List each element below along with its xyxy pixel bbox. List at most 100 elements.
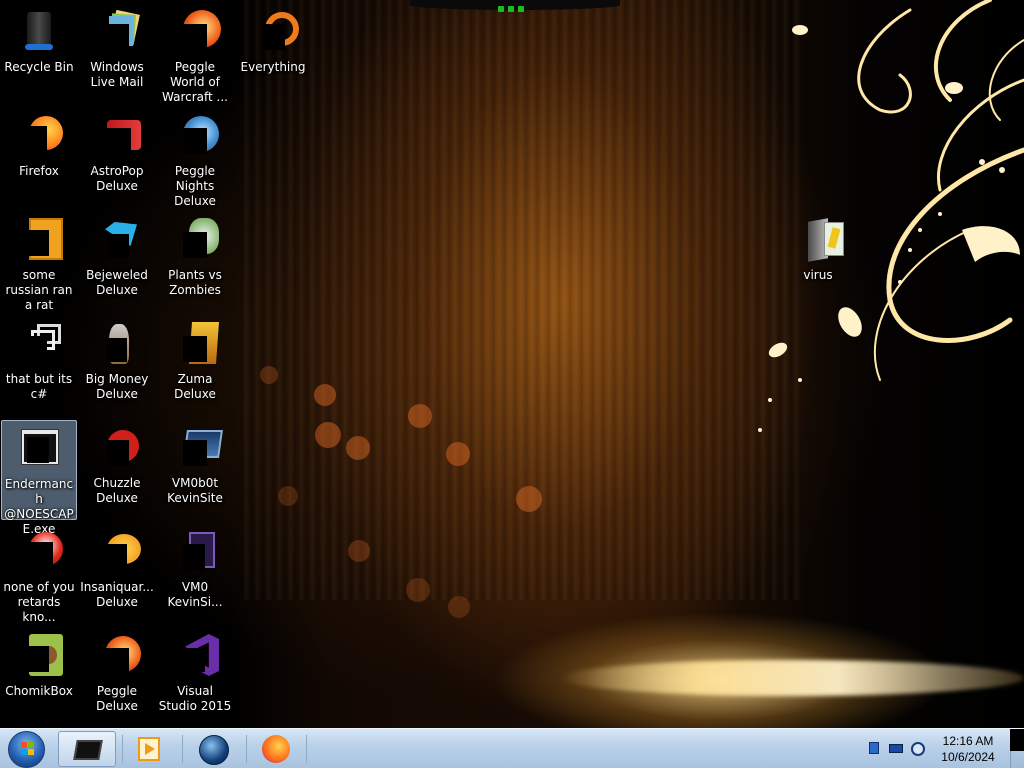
chuzzle-icon — [93, 424, 141, 472]
wallpaper-glow — [560, 660, 1024, 696]
desktop-icon-chuzzle-deluxe[interactable]: Chuzzle Deluxe — [79, 420, 155, 520]
icon-label: Everything — [240, 60, 306, 74]
icon-label: Plants vs Zombies — [168, 268, 222, 297]
desktop-icon-firefox[interactable]: Firefox — [1, 108, 77, 208]
taskbar-clock[interactable]: 12:16 AM 10/6/2024 — [938, 733, 998, 765]
icon-label: AstroPop Deluxe — [90, 164, 144, 193]
green-dot-icon — [518, 6, 524, 12]
icon-label: VM0 KevinSi... — [167, 580, 223, 609]
visual-studio-icon — [171, 632, 219, 680]
taskbar-button-globe-app[interactable] — [184, 731, 242, 767]
firefox-icon — [260, 735, 290, 763]
volume-icon[interactable] — [910, 741, 926, 757]
mail-icon — [93, 8, 141, 56]
green-dot-icon — [498, 6, 504, 12]
desktop[interactable]: Recycle Bin Firefox some russian ran a r… — [0, 0, 1024, 728]
windows-orb-icon — [8, 731, 45, 768]
desktop-icon-some-russian-ran-a-rat[interactable]: some russian ran a rat — [1, 212, 77, 312]
desktop-icon-big-money-deluxe[interactable]: Big Money Deluxe — [79, 316, 155, 416]
icon-label: Peggle World of Warcraft ... — [162, 60, 228, 104]
desktop-icon-vm0-kevinsite[interactable]: VM0 KevinSi... — [157, 524, 233, 624]
shortcut-icon — [15, 216, 63, 264]
desktop-icon-everything[interactable]: Everything — [235, 4, 311, 104]
zuma-icon — [171, 320, 219, 368]
desktop-icon-that-but-its-c[interactable]: that but its c# — [1, 316, 77, 416]
desktop-icon-peggle-nights-deluxe[interactable]: Peggle Nights Deluxe — [157, 108, 233, 208]
recycle-bin-icon — [15, 8, 63, 56]
icon-label: none of you retards kno... — [3, 580, 75, 624]
fish-icon — [93, 528, 141, 576]
document-icon — [171, 528, 219, 576]
desktop-icon-vm0b0t-kevinsite[interactable]: VM0b0t KevinSite — [157, 420, 233, 520]
icon-label: VM0b0t KevinSite — [167, 476, 223, 505]
taskbar-button-command-prompt[interactable] — [58, 731, 116, 767]
desktop-icon-peggle-deluxe[interactable]: Peggle Deluxe — [79, 628, 155, 728]
taskbar-separator — [306, 735, 307, 763]
desktop-icon-astropop-deluxe[interactable]: AstroPop Deluxe — [79, 108, 155, 208]
gem-icon — [93, 216, 141, 264]
taskbar: 12:16 AM 10/6/2024 — [0, 728, 1024, 768]
taskbar-button-media-player[interactable] — [120, 731, 178, 767]
icon-label: Firefox — [19, 164, 59, 178]
icon-label: ChomikBox — [5, 684, 73, 698]
wallpaper-notch — [410, 0, 620, 12]
wallpaper-bokeh — [448, 596, 470, 618]
wallpaper-bokeh — [315, 422, 341, 448]
desktop-icon-virus[interactable]: virus — [780, 212, 856, 312]
command-prompt-icon — [73, 736, 103, 764]
chomikbox-icon — [15, 632, 63, 680]
network-icon[interactable] — [866, 741, 882, 757]
taskbar-button-firefox[interactable] — [246, 731, 304, 767]
globe-icon — [198, 735, 229, 765]
wallpaper-bokeh — [446, 442, 470, 466]
desktop-icon-endermanch-noescape[interactable]: Endermanch @NOESCAPE.exe — [1, 420, 77, 536]
desktop-icon-peggle-world-of-warcraft[interactable]: Peggle World of Warcraft ... — [157, 4, 233, 104]
windows-stack-icon — [15, 320, 63, 368]
peggle-icon — [93, 632, 141, 680]
icon-label: Peggle Deluxe — [96, 684, 138, 713]
clock-time: 12:16 AM — [942, 734, 994, 748]
application-window-icon — [15, 425, 63, 473]
wallpaper-bokeh — [278, 486, 298, 506]
icon-label: Chuzzle Deluxe — [93, 476, 141, 505]
desktop-icon-none-of-you[interactable]: none of you retards kno... — [1, 524, 77, 624]
desktop-icon-windows-live-mail[interactable]: Windows Live Mail — [79, 4, 155, 104]
media-player-icon — [134, 735, 164, 763]
icon-label: Big Money Deluxe — [85, 372, 149, 401]
icon-label: Recycle Bin — [4, 60, 74, 74]
icon-label: Bejeweled Deluxe — [86, 268, 148, 297]
plant-icon — [171, 216, 219, 264]
icon-label: Zuma Deluxe — [174, 372, 216, 401]
wallpaper-bokeh — [516, 486, 542, 512]
folder-icon — [794, 216, 844, 264]
wallpaper-bokeh — [408, 404, 432, 428]
desktop-icon-bejeweled-deluxe[interactable]: Bejeweled Deluxe — [79, 212, 155, 312]
icon-label: Peggle Nights Deluxe — [174, 164, 216, 208]
big-money-icon — [93, 320, 141, 368]
wallpaper-bokeh — [406, 578, 430, 602]
clock-date: 10/6/2024 — [941, 750, 995, 764]
wallpaper-bokeh — [346, 436, 370, 460]
icon-label: Visual Studio 2015 — [158, 684, 232, 713]
redaction-block — [1010, 729, 1024, 751]
icon-label: virus — [803, 268, 833, 282]
windows-logo-icon — [21, 742, 34, 755]
desktop-icon-chomikbox[interactable]: ChomikBox — [1, 628, 77, 728]
icon-label: Windows Live Mail — [90, 60, 144, 89]
desktop-icon-visual-studio-2015[interactable]: Visual Studio 2015 — [157, 628, 233, 728]
green-dot-icon — [508, 6, 514, 12]
taskbar-separator — [182, 735, 183, 763]
wallpaper-bokeh — [260, 366, 278, 384]
start-button[interactable] — [4, 730, 48, 768]
wallpaper-bokeh — [348, 540, 370, 562]
peggle-nights-icon — [171, 112, 219, 160]
desktop-icon-zuma-deluxe[interactable]: Zuma Deluxe — [157, 316, 233, 416]
desktop-icon-insaniquarium-deluxe[interactable]: Insaniquar... Deluxe — [79, 524, 155, 624]
desktop-icon-recycle-bin[interactable]: Recycle Bin — [1, 4, 77, 104]
icon-label: that but its c# — [5, 372, 73, 401]
icon-label: some russian ran a rat — [5, 268, 73, 312]
wallpaper-bokeh — [314, 384, 336, 406]
everything-search-icon — [249, 8, 299, 56]
desktop-icon-plants-vs-zombies[interactable]: Plants vs Zombies — [157, 212, 233, 312]
display-icon[interactable] — [888, 741, 904, 757]
